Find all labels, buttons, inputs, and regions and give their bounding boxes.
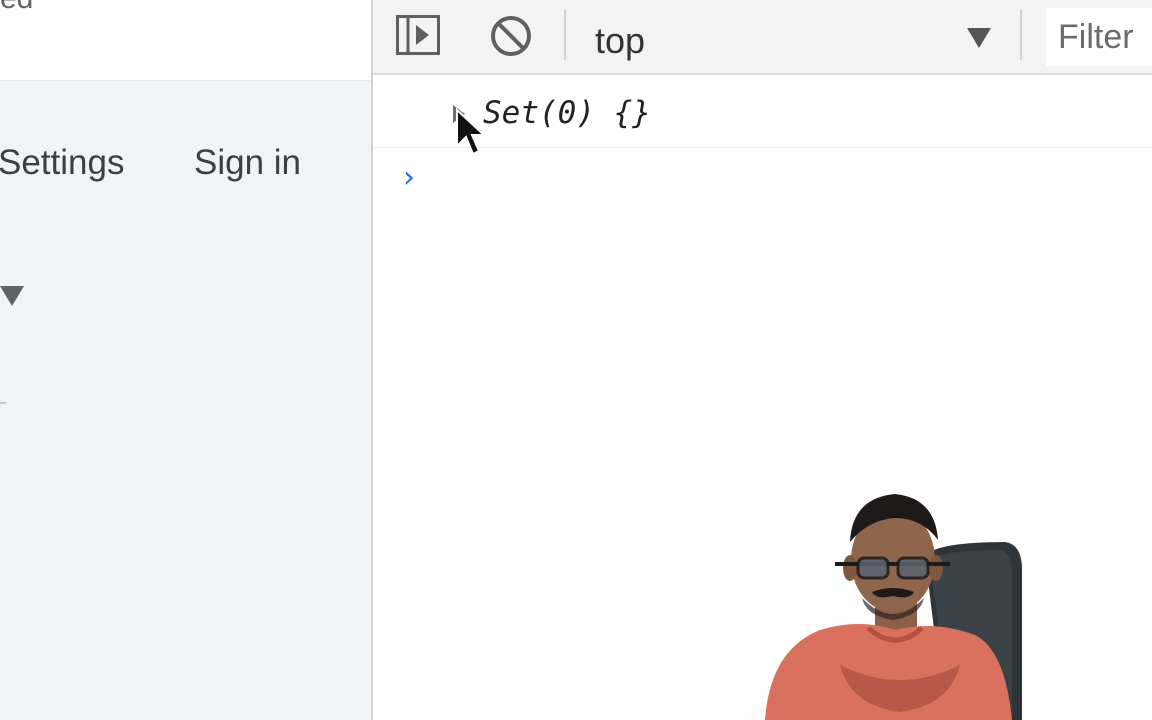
toolbar-separator	[564, 10, 566, 60]
settings-link[interactable]: Settings	[0, 143, 124, 183]
page-heading-cutoff: ed	[0, 0, 33, 16]
presenter-webcam-image	[765, 494, 1022, 720]
execution-context-select[interactable]: top	[583, 8, 1001, 64]
page-header: ed	[0, 0, 371, 81]
toolbar-separator	[1020, 10, 1022, 60]
expand-triangle-icon[interactable]	[453, 105, 465, 123]
clear-console-icon[interactable]	[489, 14, 533, 58]
console-toolbar: top	[373, 0, 1152, 75]
chevron-down-icon	[967, 28, 991, 48]
sign-in-link[interactable]: Sign in	[194, 143, 301, 183]
console-log-entry[interactable]: Set(0) {}	[373, 75, 1152, 148]
filter-input[interactable]	[1046, 8, 1152, 66]
console-prompt-icon: ›	[403, 160, 415, 195]
sidebar-toggle-icon[interactable]	[396, 15, 440, 55]
browser-page: ed Settings Sign in	[0, 0, 371, 720]
context-selected-label: top	[595, 20, 646, 61]
console-prompt-input[interactable]	[443, 158, 1133, 198]
page-divider	[0, 402, 6, 404]
dropdown-caret-icon[interactable]	[0, 286, 24, 306]
log-entry-text[interactable]: Set(0) {}	[483, 95, 651, 131]
